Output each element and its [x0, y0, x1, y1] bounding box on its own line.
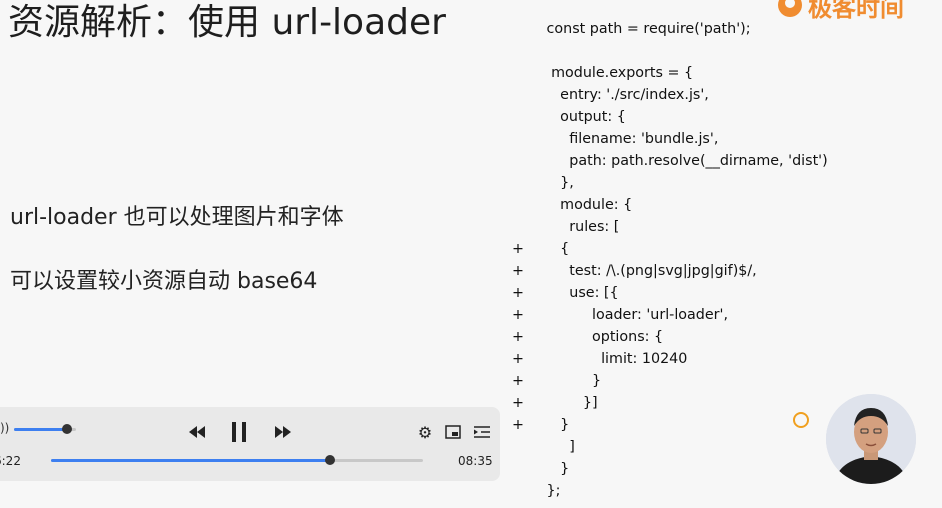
diff-marker: + — [512, 263, 524, 279]
code-line: } — [512, 458, 828, 480]
code-line — [512, 40, 828, 62]
seek-bar-progress — [51, 459, 330, 462]
code-text: }, — [542, 175, 574, 191]
presenter-avatar-icon — [826, 394, 916, 484]
code-text: options: { — [542, 329, 664, 345]
bullet-point: 可以设置较小资源自动 base64 — [10, 269, 318, 294]
diff-marker — [512, 436, 542, 458]
code-line: + }] — [512, 392, 828, 414]
bullet-point: url-loader 也可以处理图片和字体 — [10, 205, 344, 230]
presenter-webcam — [826, 394, 916, 484]
code-line: }; — [512, 480, 828, 502]
picture-in-picture-icon — [445, 425, 461, 439]
diff-marker — [512, 18, 542, 40]
pause-icon — [232, 422, 246, 442]
diff-marker — [512, 480, 542, 502]
pause-button[interactable] — [228, 421, 250, 443]
code-line: ] — [512, 436, 828, 458]
code-text: entry: './src/index.js', — [542, 87, 709, 103]
code-text: } — [542, 461, 570, 477]
code-text: limit: 10240 — [542, 351, 688, 367]
diff-marker — [512, 458, 542, 480]
diff-marker: + — [512, 395, 524, 411]
code-line: + { — [512, 238, 828, 260]
volume-slider[interactable] — [14, 424, 76, 434]
code-text: filename: 'bundle.js', — [542, 131, 719, 147]
code-line: + limit: 10240 — [512, 348, 828, 370]
code-text: use: [{ — [542, 285, 619, 301]
diff-marker: + — [512, 241, 524, 257]
code-text: } — [542, 417, 570, 433]
code-text: }; — [542, 483, 561, 499]
code-line: entry: './src/index.js', — [512, 84, 828, 106]
code-block: const path = require('path'); module.exp… — [512, 18, 828, 502]
code-line: path: path.resolve(__dirname, 'dist') — [512, 150, 828, 172]
code-text: path: path.resolve(__dirname, 'dist') — [542, 153, 828, 169]
code-text: }] — [542, 395, 598, 411]
rewind-icon — [189, 426, 205, 438]
code-text: module.exports = { — [542, 65, 694, 81]
code-text: { — [542, 241, 570, 257]
diff-marker: + — [512, 373, 524, 389]
diff-marker — [512, 150, 542, 172]
playlist-button[interactable] — [472, 421, 492, 443]
picture-in-picture-button[interactable] — [444, 421, 462, 443]
code-line: module.exports = { — [512, 62, 828, 84]
logo-mark-icon — [778, 0, 802, 17]
diff-marker — [512, 194, 542, 216]
code-line: + test: /\.(png|svg|jpg|gif)$/, — [512, 260, 828, 282]
seek-bar[interactable] — [51, 455, 423, 465]
code-line: }, — [512, 172, 828, 194]
code-text: const path = require('path'); — [542, 21, 751, 37]
code-line: + use: [{ — [512, 282, 828, 304]
diff-marker: + — [512, 285, 524, 301]
diff-marker — [512, 216, 542, 238]
current-time: 6:22 — [0, 454, 21, 468]
code-line: + } — [512, 414, 828, 436]
brand-logo: 极客时间 — [778, 0, 904, 22]
code-text: module: { — [542, 197, 633, 213]
code-line: module: { — [512, 194, 828, 216]
fast-forward-button[interactable] — [272, 421, 294, 443]
diff-marker — [512, 62, 542, 84]
code-line: output: { — [512, 106, 828, 128]
diff-marker: + — [512, 307, 524, 323]
code-text: loader: 'url-loader', — [542, 307, 729, 323]
code-text: ] — [542, 439, 575, 455]
code-line: + } — [512, 370, 828, 392]
gear-icon: ⚙ — [417, 422, 433, 442]
volume-level — [14, 428, 67, 431]
diff-marker: + — [512, 329, 524, 345]
code-text: rules: [ — [542, 219, 620, 235]
diff-marker — [512, 172, 542, 194]
diff-marker — [512, 106, 542, 128]
code-line: filename: 'bundle.js', — [512, 128, 828, 150]
diff-marker — [512, 84, 542, 106]
code-text: output: { — [542, 109, 626, 125]
code-text: test: /\.(png|svg|jpg|gif)$/, — [542, 263, 757, 279]
seek-bar-handle[interactable] — [325, 455, 335, 465]
diff-marker — [512, 128, 542, 150]
total-time: 08:35 — [458, 454, 493, 468]
video-player-controls: )) ⚙ 6:22 08:35 — [0, 407, 500, 481]
code-line: const path = require('path'); — [512, 18, 828, 40]
fast-forward-icon — [275, 426, 291, 438]
playlist-icon — [474, 426, 490, 438]
code-line: + loader: 'url-loader', — [512, 304, 828, 326]
volume-icon[interactable]: )) — [0, 421, 9, 435]
code-line: + options: { — [512, 326, 828, 348]
slide-title: 资源解析：使用 url-loader — [8, 2, 446, 43]
diff-marker — [512, 40, 542, 62]
code-line: rules: [ — [512, 216, 828, 238]
diff-marker: + — [512, 417, 524, 433]
volume-handle[interactable] — [61, 424, 72, 434]
settings-button[interactable]: ⚙ — [416, 421, 434, 443]
rewind-button[interactable] — [186, 421, 208, 443]
recording-indicator — [793, 412, 809, 428]
diff-marker: + — [512, 351, 524, 367]
code-text: } — [542, 373, 602, 389]
